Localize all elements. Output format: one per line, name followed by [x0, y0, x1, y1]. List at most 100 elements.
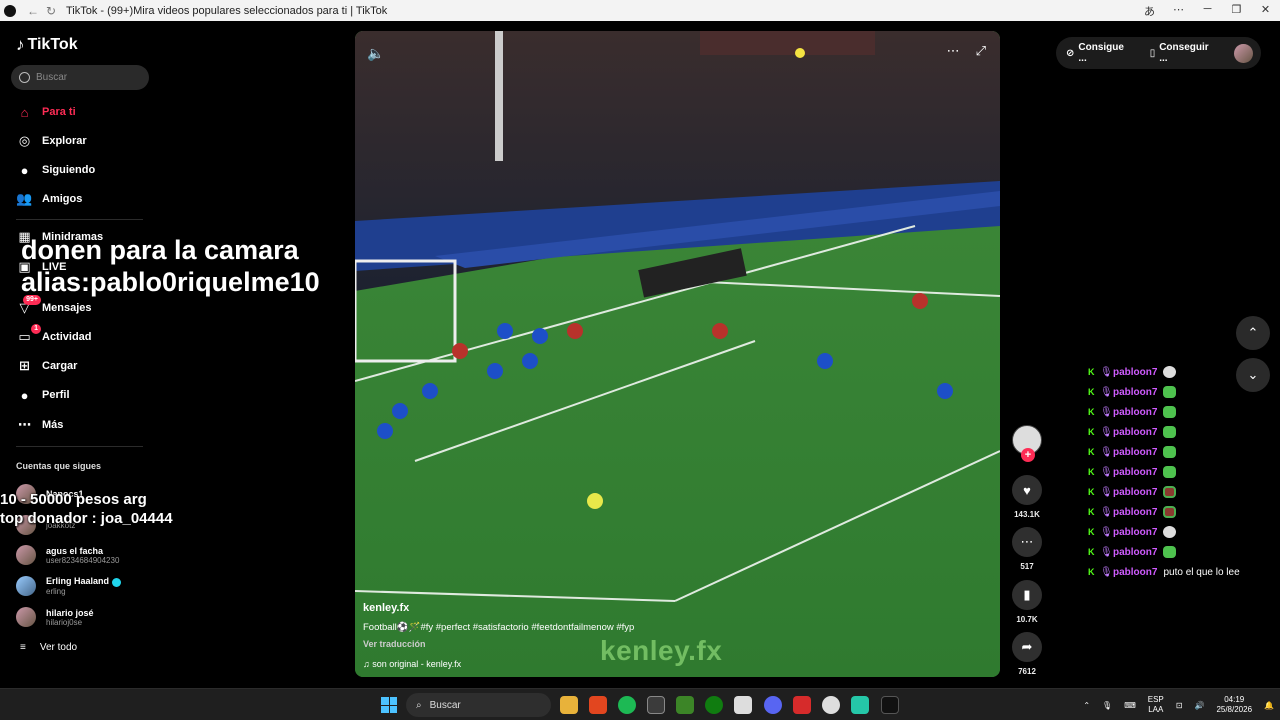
share-button[interactable]: ➦ 7612	[1008, 632, 1046, 676]
avatar[interactable]	[1234, 43, 1253, 63]
chat-message: K 🎙 pabloon7	[1088, 522, 1278, 542]
back-icon[interactable]: ←	[24, 4, 42, 18]
reload-icon[interactable]: ↻	[42, 4, 60, 18]
see-all-label: Ver todo	[39, 642, 78, 653]
taskbar-search[interactable]: ⌕ Buscar	[406, 693, 551, 717]
time: 04:19	[1224, 695, 1245, 704]
minimize-button[interactable]: ─	[1193, 3, 1222, 19]
store-icon[interactable]	[734, 696, 752, 714]
sidebar-item-cargar[interactable]: ⊞ Cargar	[16, 357, 77, 375]
network-icon[interactable]: ⊡	[1176, 701, 1183, 710]
search-box[interactable]	[11, 65, 149, 90]
kick-badge-icon: K	[1088, 547, 1095, 557]
search-icon: ⌕	[416, 699, 422, 711]
keyboard-icon[interactable]: ⌨	[1124, 701, 1136, 710]
sound-link[interactable]: ♫ son original - kenley.fx	[363, 659, 993, 669]
creator-avatar-button[interactable]: +	[1008, 425, 1046, 462]
comment-button[interactable]: ⋯ 517	[1008, 527, 1046, 571]
sidebar-divider	[16, 219, 143, 220]
account-name: hilario josé	[46, 607, 94, 618]
sidebar-item-actividad[interactable]: ▭ 1 Actividad	[16, 323, 92, 346]
search-icon	[19, 72, 30, 83]
account-name-text: Erling Haaland	[46, 576, 110, 587]
sidebar-item-label: Mensajes	[42, 302, 92, 314]
sidebar-item-explorar[interactable]: ◎ Explorar	[16, 132, 87, 150]
chat-message: K 🎙 pabloon7 puto el que lo lee	[1088, 562, 1278, 582]
fullscreen-icon[interactable]: ⤢	[976, 43, 986, 59]
coin-icon: ⊘	[1066, 47, 1075, 59]
video-author[interactable]: kenley.fx	[363, 602, 993, 614]
following-item[interactable]: hilario josé hilarioj0se	[16, 607, 94, 627]
mic-badge-icon: 🎙	[1100, 446, 1113, 458]
notification-bell-icon[interactable]: 🔔	[1264, 701, 1274, 710]
sidebar-item-label: Para ti	[42, 106, 76, 118]
brave-browser-icon[interactable]	[589, 696, 607, 714]
app-icon[interactable]	[851, 696, 869, 714]
video-player[interactable]: 🔈 ⋯ ⤢ kenley.fx kenley.fx Football⚽🪄#fy …	[355, 31, 1000, 677]
overlay-line: top donador : joa_04444	[0, 510, 173, 527]
following-item[interactable]: Erling Haaland erling	[16, 576, 122, 596]
xbox-icon[interactable]	[705, 696, 723, 714]
sidebar-item-perfil[interactable]: ● Perfil	[16, 386, 70, 404]
obs-icon[interactable]	[822, 696, 840, 714]
clock[interactable]: 04:19 25/8/2026	[1216, 695, 1252, 715]
donation-info-overlay: 10 - 50000 pesos arg top donador : joa_0…	[0, 490, 173, 528]
file-explorer-icon[interactable]	[560, 696, 578, 714]
sound-label: son original - kenley.fx	[372, 659, 462, 669]
search-input[interactable]	[36, 72, 136, 83]
app-icon[interactable]	[793, 696, 811, 714]
microphone-icon[interactable]: 🎙	[1102, 701, 1112, 710]
sidebar-item-amigos[interactable]: 👥 Amigos	[16, 190, 82, 208]
activity-badge: 1	[31, 323, 41, 334]
volume-icon[interactable]: 🔊	[1194, 701, 1204, 710]
follow-plus-icon[interactable]: +	[1021, 448, 1035, 462]
date: 25/8/2026	[1216, 705, 1253, 714]
language-indicator[interactable]: ESP LAA	[1148, 695, 1164, 715]
emote-icon	[1163, 426, 1177, 438]
donation-overlay: donen para la camara alias:pablo0riquelm…	[21, 234, 320, 298]
sidebar-item-para-ti[interactable]: ⌂ Para ti	[16, 103, 76, 121]
save-button[interactable]: ▮ 10.7K	[1008, 580, 1046, 624]
system-tray: ⌃ 🎙 ⌨ ESP LAA ⊡ 🔊 04:19 25/8/2026 🔔	[1077, 689, 1280, 720]
share-icon: ➦	[1012, 632, 1042, 662]
see-all-link[interactable]: ≡ Ver todo	[20, 642, 77, 653]
tray-chevron-icon[interactable]: ⌃	[1083, 701, 1090, 710]
sidebar-item-siguiendo[interactable]: ● Siguiendo	[16, 161, 96, 179]
app-icon[interactable]	[647, 696, 665, 714]
close-button[interactable]: ✕	[1251, 3, 1280, 19]
minecraft-icon[interactable]	[676, 696, 694, 714]
restore-button[interactable]: ❐	[1222, 3, 1251, 19]
chat-message: K 🎙 pabloon7	[1088, 382, 1278, 402]
video-more-icon[interactable]: ⋯	[947, 43, 960, 59]
kick-badge-icon: K	[1088, 467, 1095, 477]
sidebar-item-mas[interactable]: ⋯ Más	[16, 416, 63, 434]
chat-message: K 🎙 pabloon7	[1088, 462, 1278, 482]
sidebar-item-mensajes[interactable]: ▽ 99+ Mensajes	[16, 294, 92, 317]
upload-icon: ⊞	[19, 358, 30, 373]
mic-badge-icon: 🎙	[1100, 386, 1113, 398]
mute-icon[interactable]: 🔈	[367, 45, 384, 62]
kick-badge-icon: K	[1088, 487, 1095, 497]
tiktok-logo[interactable]: ♪ TikTok	[16, 35, 78, 55]
translate-icon[interactable]: あ	[1135, 3, 1164, 19]
comment-icon: ⋯	[1012, 527, 1042, 557]
windows-start-icon[interactable]	[381, 697, 397, 713]
discord-icon[interactable]	[764, 696, 782, 714]
previous-video-button[interactable]: ⌃	[1236, 316, 1270, 350]
chat-text: puto el que lo lee	[1163, 566, 1240, 578]
chat-username: pabloon7	[1113, 386, 1158, 398]
get-coins-button[interactable]: ⊘ Consigue ...	[1066, 42, 1134, 64]
following-item[interactable]: agus el facha user8234684904230	[16, 545, 119, 565]
sidebar-item-label: Perfil	[42, 389, 70, 401]
tiktok-taskbar-icon[interactable]	[881, 696, 899, 714]
emote-icon	[1163, 366, 1177, 378]
spotify-icon[interactable]	[618, 696, 636, 714]
translate-link[interactable]: Ver traducción	[363, 639, 993, 649]
emote-icon	[1163, 546, 1177, 558]
like-button[interactable]: ♥ 143.1K	[1008, 475, 1046, 519]
menu-icon[interactable]: ⋯	[1164, 3, 1193, 19]
sidebar-item-label: Explorar	[42, 135, 87, 147]
get-app-button[interactable]: ▯ Conseguir ...	[1150, 42, 1219, 64]
kick-badge-icon: K	[1088, 427, 1095, 437]
chat-username: pabloon7	[1113, 426, 1158, 438]
